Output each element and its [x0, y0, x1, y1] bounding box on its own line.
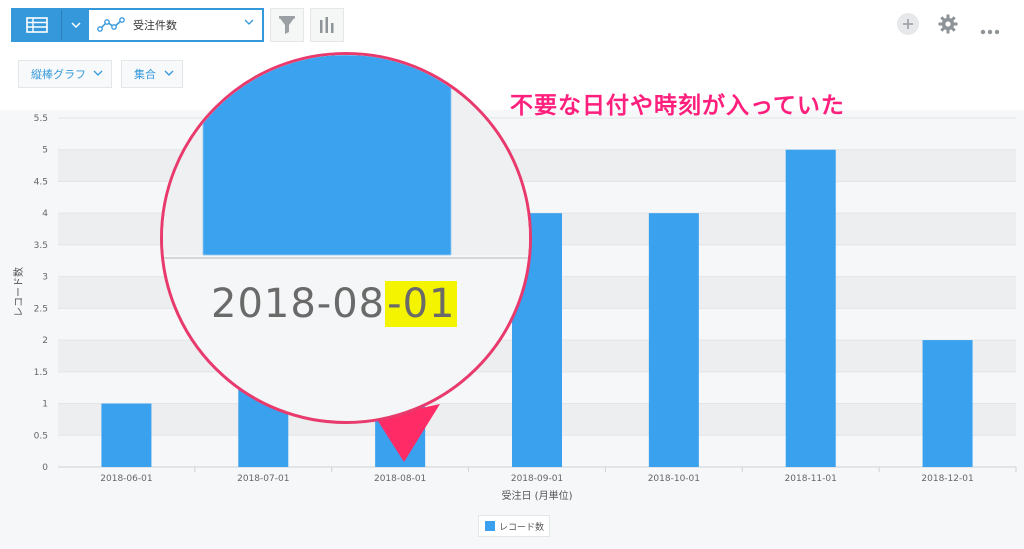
magnified-axis-line: [163, 257, 529, 259]
magnified-date-highlight: -01: [385, 281, 458, 327]
magnified-date-prefix: 2018-08: [211, 281, 386, 327]
annotation-text: 不要な日付や時刻が入っていた: [510, 93, 845, 119]
magnified-date-label: 2018-08-01: [211, 281, 458, 327]
magnified-bar: [203, 55, 451, 255]
magnifier-callout: 2018-08-01: [160, 52, 532, 424]
